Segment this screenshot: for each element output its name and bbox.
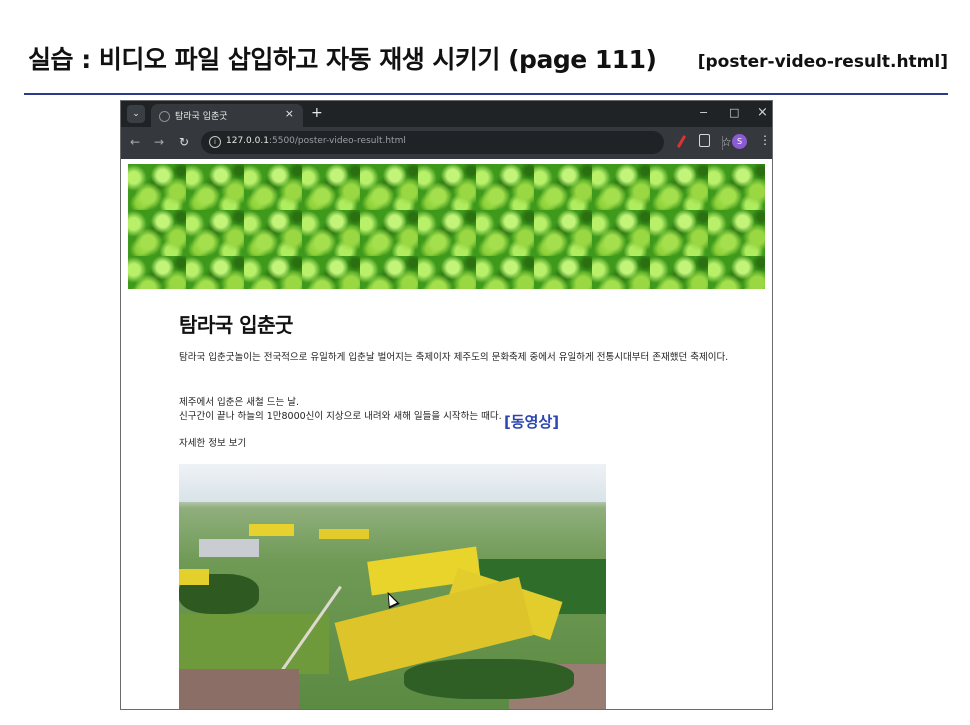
clover-banner-image	[128, 164, 765, 289]
page-content: 탐라국 입춘굿 탐라국 입춘굿놀이는 전국적으로 유일하게 입춘날 벌어지는 축…	[179, 309, 739, 449]
puzzle-icon[interactable]	[699, 134, 710, 147]
maximize-button[interactable]: □	[729, 105, 739, 121]
forward-icon[interactable]: →	[154, 135, 164, 149]
tab-title: 탐라국 입춘굿	[175, 112, 228, 122]
detail-paragraph: 제주에서 입춘은 새철 드는 날. 신구간이 끝나 하늘의 1만8000신이 지…	[179, 396, 739, 424]
video-player[interactable]	[179, 464, 606, 709]
avatar-icon[interactable]: S	[732, 134, 747, 149]
minimize-button[interactable]: −	[699, 105, 708, 121]
tab-close-button[interactable]: ×	[285, 107, 294, 120]
tab-menu-icon[interactable]: ⌄	[127, 105, 145, 123]
more-info-link[interactable]: 자세한 정보 보기	[179, 435, 246, 449]
browser-tab[interactable]: 탐라국 입춘굿 ×	[151, 104, 303, 127]
url-text[interactable]: 127.0.0.1:5500/poster-video-result.html	[226, 136, 406, 146]
browser-window: ⌄ 탐라국 입춘굿 × + − □ × ← → ↻ i 127.0.0.1:55…	[120, 100, 773, 710]
reload-icon[interactable]: ↻	[179, 135, 189, 149]
video-badge: [동영상]	[504, 413, 560, 431]
page-heading: 탐라국 입춘굿	[179, 313, 293, 337]
slide-file-label: [poster-video-result.html]	[697, 52, 948, 72]
toolbar: ← → ↻ i 127.0.0.1:5500/poster-video-resu…	[121, 127, 772, 159]
intro-paragraph: 탐라국 입춘굿놀이는 전국적으로 유일하게 입춘날 벌어지는 축제이자 제주도의…	[179, 352, 729, 363]
info-icon[interactable]: i	[209, 136, 221, 148]
slide-title: 실습 : 비디오 파일 삽입하고 자동 재생 시키기 (page 111)	[28, 45, 657, 74]
new-tab-button[interactable]: +	[311, 105, 323, 121]
back-icon[interactable]: ←	[130, 135, 140, 149]
detail-line-1: 제주에서 입춘은 새철 드는 날.	[179, 397, 299, 408]
page-viewport: 탐라국 입춘굿 탐라국 입춘굿놀이는 전국적으로 유일하게 입춘날 벌어지는 축…	[121, 159, 772, 709]
toolbar-divider	[722, 136, 723, 150]
detail-line-2: 신구간이 끝나 하늘의 1만8000신이 지상으로 내려와 새해 일들을 시작하…	[179, 411, 502, 422]
close-window-button[interactable]: ×	[757, 105, 768, 121]
title-divider	[24, 93, 948, 95]
favicon-icon	[159, 111, 170, 122]
address-bar[interactable]: i 127.0.0.1:5500/poster-video-result.htm…	[201, 131, 732, 154]
extension-icon[interactable]	[676, 135, 687, 148]
kebab-menu-icon[interactable]: ⋮	[759, 133, 771, 147]
tab-bar: ⌄ 탐라국 입춘굿 × + − □ ×	[121, 101, 772, 127]
